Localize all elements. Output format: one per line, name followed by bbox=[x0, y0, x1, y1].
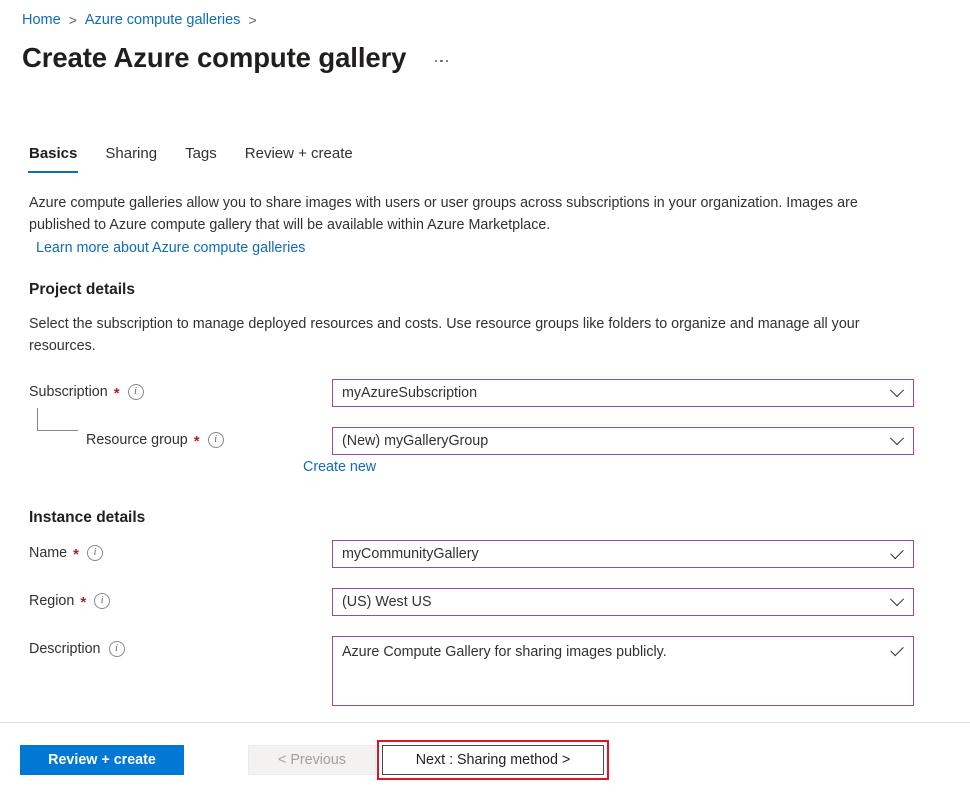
region-dropdown[interactable]: (US) West US bbox=[332, 588, 914, 616]
previous-button[interactable]: < Previous bbox=[248, 745, 376, 775]
resource-group-label: Resource group * i bbox=[86, 430, 224, 450]
breadcrumb-item-home[interactable]: Home bbox=[22, 10, 61, 30]
chevron-down-icon bbox=[881, 592, 913, 607]
next-sharing-method-button[interactable]: Next : Sharing method > bbox=[382, 745, 604, 775]
tab-review-create[interactable]: Review + create bbox=[244, 142, 354, 173]
info-icon[interactable]: i bbox=[108, 641, 125, 657]
review-create-button[interactable]: Review + create bbox=[20, 745, 184, 775]
name-value: myCommunityGallery bbox=[342, 546, 479, 562]
subscription-label: Subscription * i bbox=[29, 382, 144, 402]
description-value: Azure Compute Gallery for sharing images… bbox=[342, 644, 667, 660]
form-row-region: Region * i (US) West US bbox=[29, 588, 941, 616]
page-title: Create Azure compute gallery bbox=[22, 42, 407, 73]
checkmark-icon bbox=[881, 545, 913, 559]
info-icon[interactable]: i bbox=[94, 593, 111, 609]
subscription-label-text: Subscription bbox=[29, 384, 108, 400]
intro-description: Azure compute galleries allow you to sha… bbox=[29, 195, 858, 233]
description-textarea[interactable]: Azure Compute Gallery for sharing images… bbox=[332, 636, 914, 706]
page-title-row: Create Azure compute gallery bbox=[22, 40, 454, 76]
region-label-text: Region bbox=[29, 593, 75, 609]
form-row-resource-group: Resource group * i (New) myGalleryGroup bbox=[29, 427, 941, 455]
learn-more-link[interactable]: Learn more about Azure compute galleries bbox=[36, 237, 907, 259]
more-commands-icon[interactable] bbox=[428, 48, 454, 74]
create-new-resource-group-link[interactable]: Create new bbox=[303, 457, 376, 477]
section-description-project-details: Select the subscription to manage deploy… bbox=[29, 316, 860, 354]
form-row-description: Description i Azure Compute Gallery for … bbox=[29, 636, 941, 706]
form-row-subscription: Subscription * i myAzureSubscription bbox=[29, 379, 941, 407]
name-label: Name * i bbox=[29, 543, 103, 563]
info-icon[interactable]: i bbox=[86, 545, 103, 561]
info-icon[interactable]: i bbox=[127, 384, 144, 400]
form-row-name: Name * i myCommunityGallery bbox=[29, 540, 941, 568]
breadcrumb: Home > Azure compute galleries > bbox=[22, 10, 257, 30]
description-label-text: Description bbox=[29, 641, 101, 657]
breadcrumb-separator-icon: > bbox=[68, 12, 77, 28]
description-label: Description i bbox=[29, 639, 125, 659]
subscription-dropdown[interactable]: myAzureSubscription bbox=[332, 379, 914, 407]
section-heading-project-details: Project details bbox=[29, 281, 135, 298]
tab-tags[interactable]: Tags bbox=[184, 142, 218, 173]
resource-group-value: (New) myGalleryGroup bbox=[342, 433, 489, 449]
chevron-down-icon bbox=[881, 431, 913, 446]
name-label-text: Name bbox=[29, 545, 68, 561]
section-heading-instance-details: Instance details bbox=[29, 509, 146, 526]
checkmark-icon bbox=[881, 637, 913, 665]
name-required-asterisk: * bbox=[73, 546, 79, 563]
subscription-required-asterisk: * bbox=[113, 385, 120, 402]
breadcrumb-separator-icon-2: > bbox=[248, 12, 257, 28]
resource-group-required-asterisk: * bbox=[193, 433, 200, 450]
breadcrumb-item-azure-compute-galleries[interactable]: Azure compute galleries bbox=[85, 10, 241, 30]
subscription-value: myAzureSubscription bbox=[342, 385, 478, 401]
resource-group-dropdown[interactable]: (New) myGalleryGroup bbox=[332, 427, 914, 455]
region-required-asterisk: * bbox=[80, 594, 87, 611]
wizard-tabs: Basics Sharing Tags Review + create bbox=[28, 142, 354, 173]
resource-group-label-text: Resource group bbox=[86, 432, 188, 448]
intro-text-block: Azure compute galleries allow you to sha… bbox=[29, 192, 907, 259]
tab-sharing[interactable]: Sharing bbox=[104, 142, 158, 173]
region-value: (US) West US bbox=[342, 594, 432, 610]
region-label: Region * i bbox=[29, 591, 111, 611]
tab-basics[interactable]: Basics bbox=[28, 142, 79, 173]
info-icon[interactable]: i bbox=[207, 432, 224, 448]
name-input[interactable]: myCommunityGallery bbox=[332, 540, 914, 568]
chevron-down-icon bbox=[881, 383, 913, 398]
